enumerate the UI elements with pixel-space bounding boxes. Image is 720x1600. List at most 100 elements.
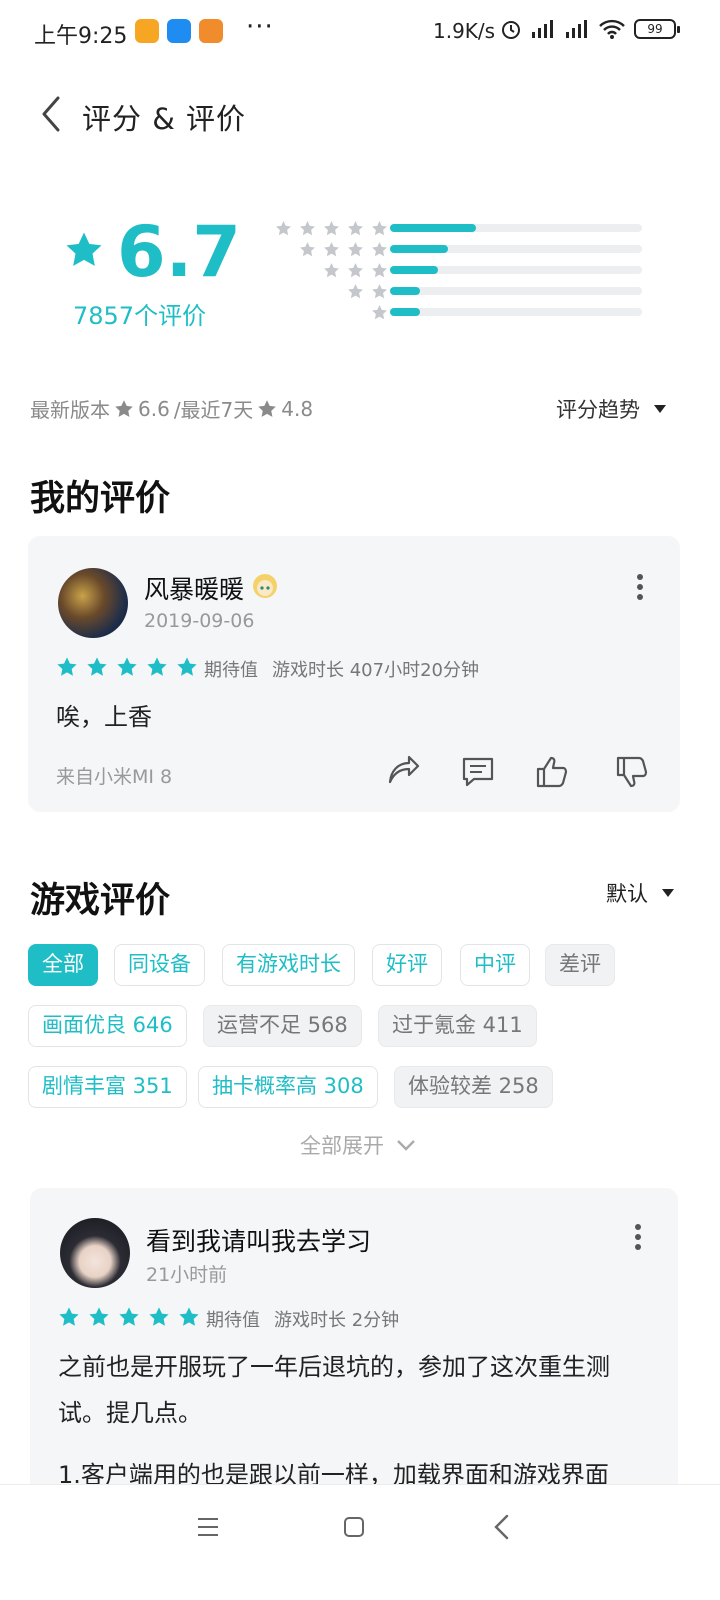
star-icon: [115, 399, 133, 417]
filter-chip[interactable]: 有游戏时长: [222, 944, 355, 986]
playtime: 游戏时长 2分钟: [274, 1310, 400, 1331]
app-notification-icon: [135, 19, 159, 43]
star-icon: [372, 305, 387, 320]
review-stars: [56, 656, 198, 678]
star-icon: [372, 221, 387, 236]
review-device: 来自小米MI 8: [56, 766, 173, 788]
star-icon: [348, 263, 363, 278]
filter-chip[interactable]: 过于氪金 411: [378, 1005, 537, 1047]
star-icon: [372, 242, 387, 257]
distribution-bar-fill: [390, 287, 421, 295]
star-icon: [348, 242, 363, 257]
version-score-line: 最新版本 6.6 /最近7天 4.8: [30, 394, 313, 423]
distribution-bar-fill: [390, 266, 438, 274]
comment-icon[interactable]: [460, 754, 496, 790]
filter-chip[interactable]: 差评: [545, 944, 615, 986]
recent-label: /最近7天: [173, 398, 254, 422]
star-icon: [177, 657, 197, 676]
star-icon: [89, 1307, 109, 1326]
username[interactable]: 看到我请叫我去学习: [146, 1222, 371, 1258]
star-icon: [372, 263, 387, 278]
star-icon: [300, 242, 315, 257]
rating-distribution-row: [260, 239, 650, 261]
star-icon: [179, 1307, 199, 1326]
rating-distribution-row: [260, 302, 650, 324]
star-icon: [300, 221, 315, 236]
username[interactable]: 风暴暖暖: [144, 570, 244, 606]
back-icon[interactable]: [36, 94, 70, 134]
share-icon[interactable]: [386, 754, 422, 790]
distribution-bar-track: [390, 308, 642, 316]
star-icon: [87, 657, 107, 676]
star-icon: [258, 399, 277, 417]
filter-chip[interactable]: 抽卡概率高 308: [198, 1066, 378, 1108]
playtime: 游戏时长 407小时20分钟: [272, 660, 479, 681]
rating-distribution-row: [260, 281, 650, 303]
star-icon: [276, 221, 291, 236]
star-icon: [324, 263, 339, 278]
row-stars: [323, 262, 388, 279]
star-icon: [324, 221, 339, 236]
battery-icon: 99: [634, 19, 680, 39]
app-notification-icon: [199, 19, 223, 43]
rating-trend-dropdown[interactable]: 评分趋势: [556, 394, 666, 424]
avatar[interactable]: [58, 568, 128, 638]
latest-version-score: 6.6: [138, 396, 170, 421]
network-speed: 1.9K/s: [433, 19, 496, 43]
dropdown-arrow-icon: [654, 405, 666, 413]
filter-chip[interactable]: 运营不足 568: [203, 1005, 362, 1047]
filter-chip[interactable]: 全部: [28, 944, 98, 986]
distribution-bar-fill: [390, 224, 476, 232]
like-icon[interactable]: [534, 754, 570, 790]
page-title: 评分 & 评价: [82, 102, 247, 136]
filter-chip[interactable]: 剧情丰富 351: [28, 1066, 187, 1108]
review-text-line: 之前也是开服玩了一年后退坑的，参加了这次重生测: [58, 1353, 610, 1381]
filter-chip[interactable]: 中评: [460, 944, 530, 986]
dislike-icon[interactable]: [614, 754, 650, 790]
expand-all-label: 全部展开: [300, 1134, 384, 1158]
expectation-label: 期待值: [204, 660, 258, 681]
latest-version-label: 最新版本: [30, 398, 110, 422]
distribution-bar-track: [390, 287, 642, 295]
average-score: 6.7: [117, 211, 242, 293]
star-icon: [57, 657, 77, 676]
more-options-icon[interactable]: [636, 574, 644, 600]
filter-chip[interactable]: 同设备: [114, 944, 205, 986]
app-notification-icon: [167, 19, 191, 43]
status-bar: 上午9:25 ··· 1.9K/s 99: [0, 0, 720, 64]
star-icon: [59, 1307, 79, 1326]
more-options-icon[interactable]: [634, 1224, 642, 1250]
row-stars: [299, 241, 388, 258]
my-review-title: 我的评价: [30, 479, 171, 519]
expand-all-button[interactable]: 全部展开: [300, 1130, 416, 1160]
chevron-down-icon: [397, 1140, 415, 1151]
distribution-bar-fill: [390, 245, 448, 253]
star-icon: [147, 657, 167, 676]
home-icon[interactable]: [342, 1515, 366, 1539]
filter-chip[interactable]: 画面优良 646: [28, 1005, 187, 1047]
sort-dropdown[interactable]: 默认: [606, 878, 674, 908]
review-stars: [58, 1306, 200, 1328]
alarm-icon: [502, 21, 520, 39]
my-review-card: 风暴暖暖 2019-09-06 期待值 游戏时长 407小时20分钟 唉，上香 …: [28, 536, 680, 812]
back-nav-icon[interactable]: [490, 1513, 514, 1541]
review-time: 21小时前: [146, 1264, 228, 1286]
rating-distribution-row: [260, 218, 650, 240]
status-time: 上午9:25: [34, 24, 128, 49]
system-nav-bar: [0, 1484, 720, 1600]
review-text: 唉，上香: [56, 703, 152, 731]
filter-chip[interactable]: 好评: [372, 944, 442, 986]
review-text-line: 试。提几点。: [58, 1399, 202, 1427]
menu-icon[interactable]: [196, 1515, 220, 1539]
sort-label: 默认: [606, 882, 648, 906]
user-badge-icon: [253, 574, 277, 598]
rating-distribution-row: [260, 260, 650, 282]
status-icons: 99: [500, 18, 680, 40]
rating-trend-label: 评分趋势: [556, 398, 640, 422]
wifi-icon: [599, 19, 625, 39]
star-icon: [324, 242, 339, 257]
review-card: 看到我请叫我去学习 21小时前 期待值 游戏时长 2分钟 之前也是开服玩了一年后…: [30, 1188, 678, 1508]
filter-chip[interactable]: 体验较差 258: [394, 1066, 553, 1108]
star-icon: [117, 657, 137, 676]
avatar[interactable]: [60, 1218, 130, 1288]
